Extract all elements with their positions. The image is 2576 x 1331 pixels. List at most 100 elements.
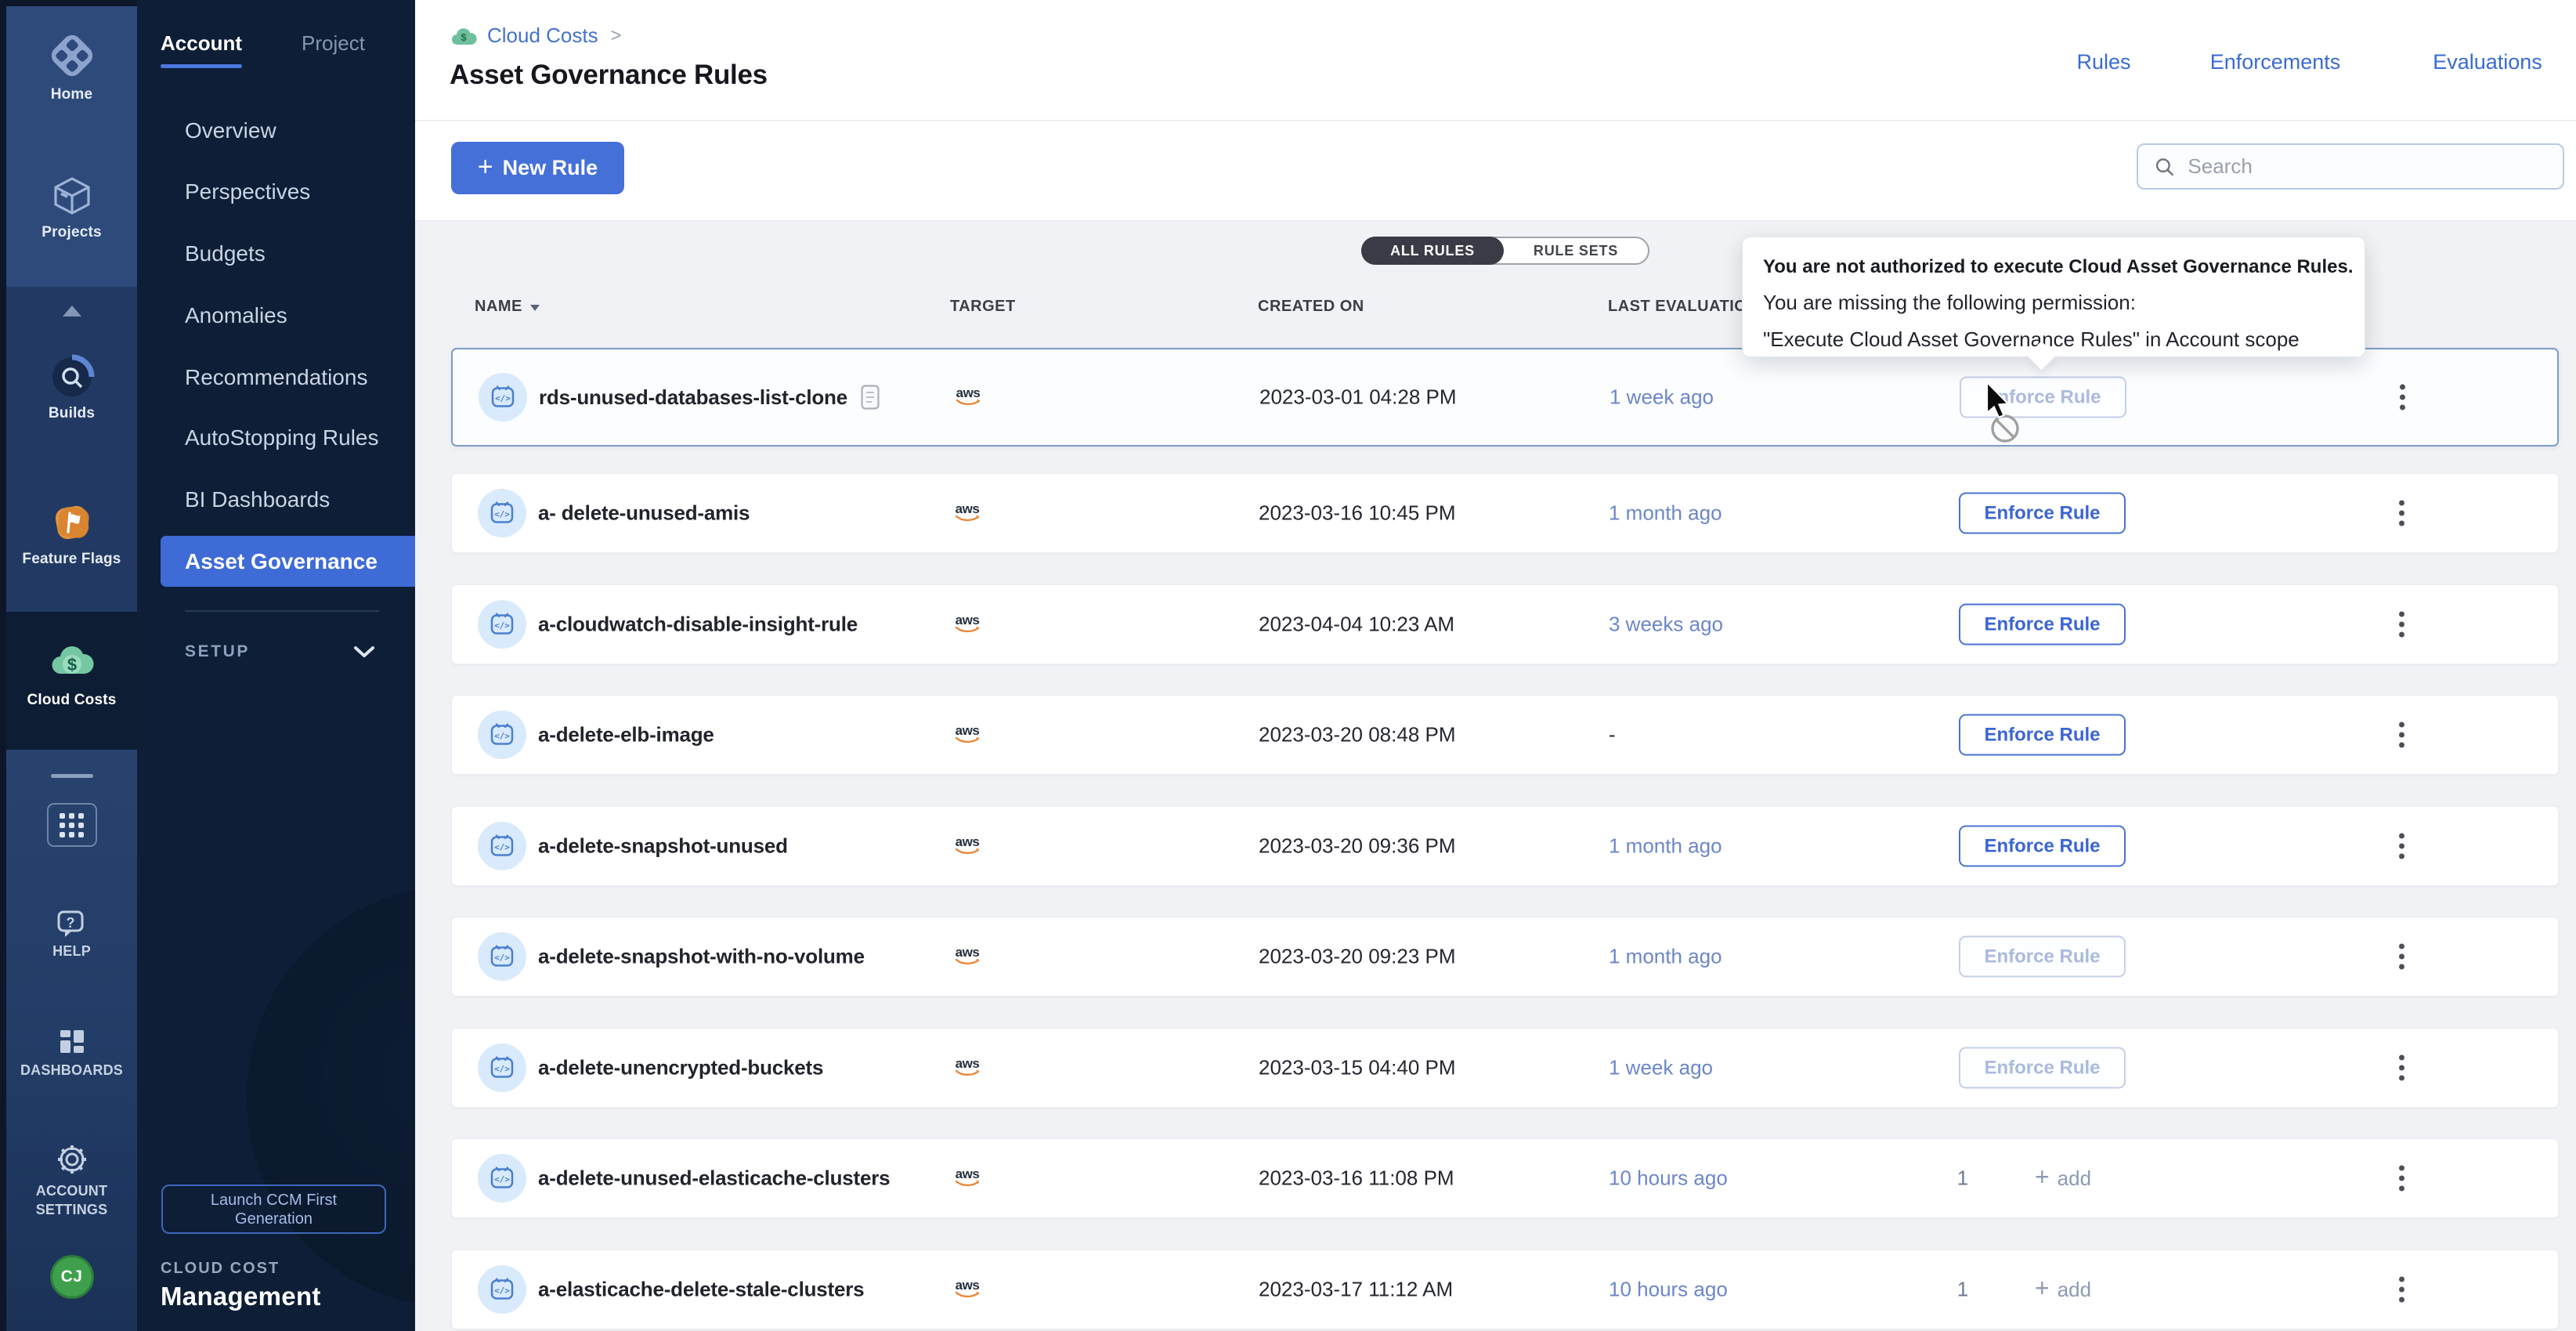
enforce-rule-button[interactable]: Enforce Rule: [1959, 714, 2126, 756]
grid-icon: [47, 803, 97, 847]
setup-section[interactable]: SETUP: [185, 642, 376, 661]
dashboards-tiles-icon: [6, 1026, 137, 1058]
sidebar-item-asset-governance[interactable]: Asset Governance: [161, 536, 415, 587]
last-evaluation-value[interactable]: 1 week ago: [1610, 385, 1714, 410]
enforce-rule-button[interactable]: Enforce Rule: [1959, 604, 2126, 646]
add-enforcement-link[interactable]: +add: [2035, 1276, 2091, 1303]
copy-icon[interactable]: [860, 384, 880, 411]
last-evaluation-value[interactable]: 1 month ago: [1609, 834, 1722, 859]
last-evaluation-value[interactable]: -: [1609, 723, 1616, 747]
row-menu-button[interactable]: [2390, 1052, 2412, 1084]
nav-rules[interactable]: Rules: [2076, 50, 2130, 74]
search-input[interactable]: [2188, 154, 2547, 179]
rail-item-dashboards[interactable]: DASHBOARDS: [6, 1026, 137, 1079]
table-row[interactable]: </> a-delete-snapshot-with-no-volume aws: [451, 917, 2559, 996]
row-menu-button[interactable]: [2390, 1163, 2412, 1195]
column-name[interactable]: NAME: [475, 298, 540, 316]
row-menu-button[interactable]: [2390, 830, 2412, 863]
breadcrumb-cloud-costs[interactable]: Cloud Costs: [487, 24, 598, 48]
sidebar-item-anomalies[interactable]: Anomalies: [185, 303, 287, 328]
enforcement-count: 1: [1943, 1166, 1982, 1191]
module-switcher[interactable]: [6, 803, 137, 847]
table-row[interactable]: </> a-delete-snapshot-unused aws: [451, 806, 2559, 886]
enforce-rule-button[interactable]: Enforce Rule: [1959, 1047, 2126, 1089]
sidebar-item-overview[interactable]: Overview: [185, 118, 276, 143]
ccm-sidebar: Account Project Overview Perspectives Bu…: [137, 0, 415, 1331]
column-target: TARGET: [950, 298, 1016, 316]
rail-item-projects[interactable]: Projects: [6, 174, 137, 241]
rail-chevron-up[interactable]: [6, 304, 137, 318]
created-on-value: 2023-03-20 08:48 PM: [1259, 723, 1456, 747]
tooltip-line-3: "Execute Cloud Asset Governance Rules" i…: [1763, 327, 2365, 352]
last-evaluation-value[interactable]: 1 week ago: [1609, 1056, 1713, 1080]
table-row[interactable]: </> a-cloudwatch-disable-insight-rule aw…: [451, 584, 2559, 664]
rule-type-icon: </>: [478, 600, 526, 649]
add-enforcement-link[interactable]: +add: [2035, 1165, 2091, 1192]
rail-item-account-settings[interactable]: ACCOUNTSETTINGS: [6, 1142, 137, 1219]
enforcement-count: 1: [1943, 1278, 1982, 1302]
main-area: $ Cloud Costs > Asset Governance Rules R…: [415, 0, 2576, 1331]
tab-account[interactable]: Account: [161, 31, 242, 68]
svg-text:</>: </>: [494, 842, 510, 852]
last-evaluation-value[interactable]: 3 weeks ago: [1609, 613, 1723, 637]
table-row[interactable]: </> a-delete-unused-elasticache-clusters…: [451, 1138, 2559, 1218]
aws-logo: aws: [951, 500, 984, 526]
rail-left-edge: [0, 0, 6, 1331]
created-on-value: 2023-03-01 04:28 PM: [1259, 385, 1457, 410]
sidebar-item-budgets[interactable]: Budgets: [185, 241, 266, 266]
user-avatar[interactable]: CJ: [6, 1255, 137, 1299]
last-evaluation-value[interactable]: 10 hours ago: [1609, 1166, 1728, 1191]
row-menu-button[interactable]: [2390, 1274, 2412, 1306]
last-evaluation-value[interactable]: 1 month ago: [1609, 501, 1722, 526]
table-row[interactable]: </> a-delete-elb-image aws: [451, 695, 2559, 775]
sidebar-item-recommendations[interactable]: Recommendations: [185, 365, 367, 390]
toggle-rule-sets[interactable]: RULE SETS: [1504, 238, 1648, 263]
rule-name: a-cloudwatch-disable-insight-rule: [538, 613, 858, 637]
nav-evaluations[interactable]: Evaluations: [2433, 50, 2542, 74]
row-menu-button[interactable]: [2390, 719, 2412, 751]
rail-item-builds[interactable]: Builds: [6, 354, 137, 422]
new-rule-button[interactable]: + New Rule: [451, 142, 624, 194]
tab-project[interactable]: Project: [302, 31, 365, 68]
toggle-all-rules[interactable]: ALL RULES: [1361, 237, 1504, 265]
rule-name: a-delete-snapshot-with-no-volume: [538, 945, 865, 969]
created-on-value: 2023-03-20 09:23 PM: [1259, 945, 1456, 969]
content-area: ALL RULES RULE SETS NAME TARGET CREATED …: [415, 221, 2576, 1331]
row-menu-button[interactable]: [2390, 941, 2412, 973]
nav-enforcements[interactable]: Enforcements: [2210, 50, 2341, 74]
table-row[interactable]: </> rds-unused-databases-list-clone aws: [451, 348, 2559, 447]
svg-text:</>: </>: [494, 953, 510, 963]
launch-ccm-first-gen-button[interactable]: Launch CCM FirstGeneration: [161, 1185, 386, 1234]
table-row[interactable]: </> a-elasticache-delete-stale-clusters …: [451, 1250, 2559, 1329]
svg-text:?: ?: [66, 915, 74, 931]
column-created-on: CREATED ON: [1258, 298, 1364, 316]
mouse-cursor: [1984, 382, 2047, 468]
aws-logo: aws: [951, 943, 984, 970]
last-evaluation-value[interactable]: 1 month ago: [1609, 945, 1722, 969]
rule-type-icon: </>: [478, 711, 526, 759]
row-menu-button[interactable]: [2391, 382, 2413, 414]
last-evaluation-value[interactable]: 10 hours ago: [1609, 1278, 1728, 1302]
feature-flags-icon: [6, 500, 137, 545]
rail-item-feature-flags[interactable]: Feature Flags: [6, 500, 137, 568]
rail-label-projects: Projects: [6, 224, 137, 241]
rule-name: a-delete-snapshot-unused: [538, 834, 788, 859]
brand-cloud-cost: CLOUD COST: [161, 1260, 321, 1278]
enforce-rule-button[interactable]: Enforce Rule: [1959, 826, 2126, 867]
enforce-rule-button[interactable]: Enforce Rule: [1959, 493, 2126, 534]
sidebar-item-autostopping-rules[interactable]: AutoStopping Rules: [185, 425, 379, 450]
breadcrumb[interactable]: $ Cloud Costs >: [451, 24, 622, 48]
rail-item-help[interactable]: ? HELP: [6, 907, 137, 960]
rail-item-cloud-costs[interactable]: $ Cloud Costs: [6, 638, 137, 709]
sidebar-item-bi-dashboards[interactable]: BI Dashboards: [185, 487, 330, 512]
aws-logo: aws: [952, 384, 985, 411]
table-row[interactable]: </> a- delete-unused-amis aws: [451, 473, 2559, 553]
rail-label-account-settings: ACCOUNTSETTINGS: [6, 1181, 137, 1219]
row-menu-button[interactable]: [2390, 497, 2412, 530]
table-row[interactable]: </> a-delete-unencrypted-buckets aws: [451, 1028, 2559, 1108]
aws-logo: aws: [951, 1054, 984, 1081]
row-menu-button[interactable]: [2390, 609, 2412, 641]
sidebar-item-perspectives[interactable]: Perspectives: [185, 179, 310, 204]
enforce-rule-button[interactable]: Enforce Rule: [1959, 936, 2126, 978]
rail-item-home[interactable]: Home: [6, 30, 137, 103]
